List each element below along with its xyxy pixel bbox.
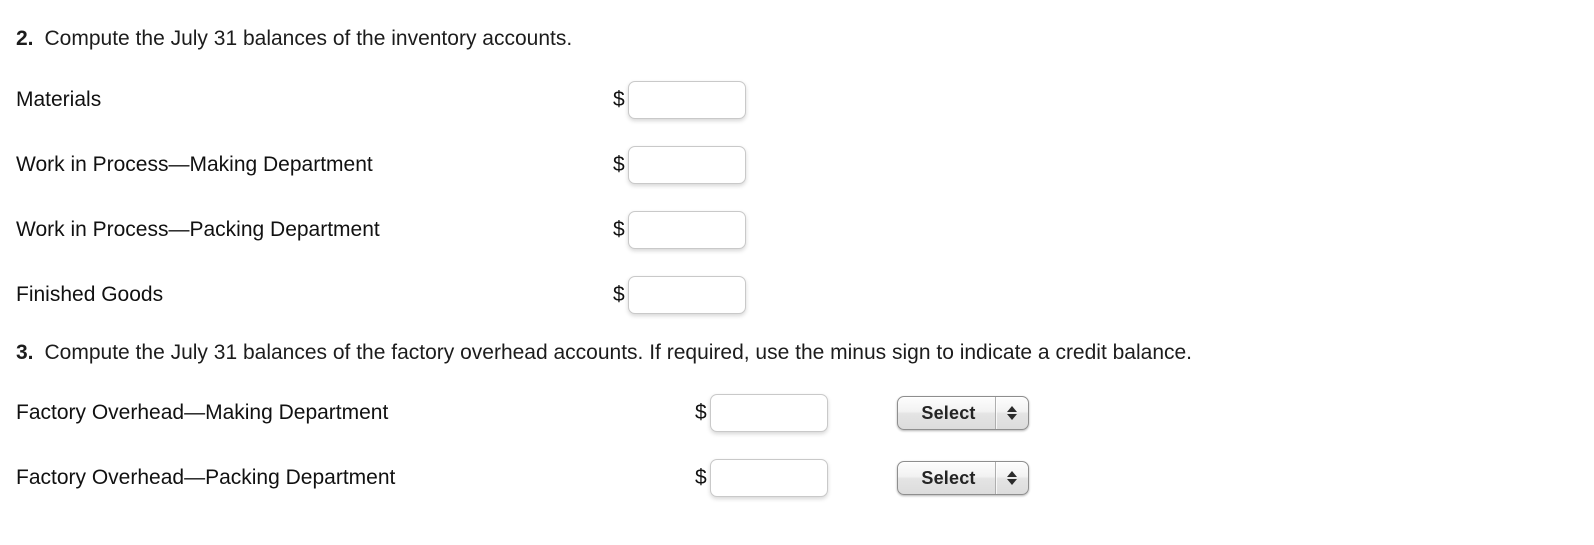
overhead-packing-amount-input[interactable]	[709, 459, 828, 497]
select-value: Select	[921, 467, 976, 488]
amount-field-group: $	[695, 456, 828, 500]
currency-symbol: $	[613, 153, 625, 176]
currency-symbol: $	[613, 88, 625, 111]
wip-packing-amount-input[interactable]	[627, 211, 746, 249]
question-3-heading: 3. Compute the July 31 balances of the fa…	[16, 340, 1192, 366]
question-2-number: 2.	[16, 27, 34, 50]
row-label: Factory Overhead—Packing Department	[16, 466, 396, 489]
question-2-text: Compute the July 31 balances of the inve…	[44, 27, 573, 50]
select-group: Select	[897, 456, 1029, 500]
overhead-making-amount-input[interactable]	[709, 394, 828, 432]
amount-field-group: $	[613, 143, 746, 187]
up-triangle-icon	[1007, 406, 1017, 412]
stepper-arrows-icon[interactable]	[995, 397, 1028, 429]
select-group: Select	[897, 391, 1029, 435]
row-label: Finished Goods	[16, 283, 164, 306]
question-2-heading: 2. Compute the July 31 balances of the in…	[16, 26, 572, 52]
row-label: Work in Process—Packing Department	[16, 218, 380, 241]
row-materials: Materials $	[0, 78, 1594, 122]
wip-making-amount-input[interactable]	[627, 146, 746, 184]
question-3-number: 3.	[16, 341, 34, 364]
worksheet-page: 2. Compute the July 31 balances of the in…	[0, 0, 1594, 545]
row-finished-goods: Finished Goods $	[0, 273, 1594, 317]
row-overhead-packing: Factory Overhead—Packing Department $ Se…	[0, 456, 1594, 500]
currency-symbol: $	[695, 466, 707, 489]
question-3-text: Compute the July 31 balances of the fact…	[44, 341, 1193, 364]
amount-field-group: $	[695, 391, 828, 435]
amount-field-group: $	[613, 78, 746, 122]
row-wip-packing: Work in Process—Packing Department $	[0, 208, 1594, 252]
currency-symbol: $	[613, 283, 625, 306]
currency-symbol: $	[613, 218, 625, 241]
row-wip-making: Work in Process—Making Department $	[0, 143, 1594, 187]
stepper-arrows-icon[interactable]	[995, 462, 1028, 494]
row-overhead-making: Factory Overhead—Making Department $ Sel…	[0, 391, 1594, 435]
row-label: Work in Process—Making Department	[16, 153, 373, 176]
finished-goods-amount-input[interactable]	[627, 276, 746, 314]
overhead-making-balance-type-select[interactable]: Select	[897, 396, 1029, 430]
amount-field-group: $	[613, 208, 746, 252]
materials-amount-input[interactable]	[627, 81, 746, 119]
down-triangle-icon	[1007, 479, 1017, 485]
down-triangle-icon	[1007, 414, 1017, 420]
overhead-packing-balance-type-select[interactable]: Select	[897, 461, 1029, 495]
currency-symbol: $	[695, 401, 707, 424]
up-triangle-icon	[1007, 471, 1017, 477]
select-value: Select	[921, 402, 976, 423]
row-label: Materials	[16, 88, 102, 111]
row-label: Factory Overhead—Making Department	[16, 401, 389, 424]
amount-field-group: $	[613, 273, 746, 317]
